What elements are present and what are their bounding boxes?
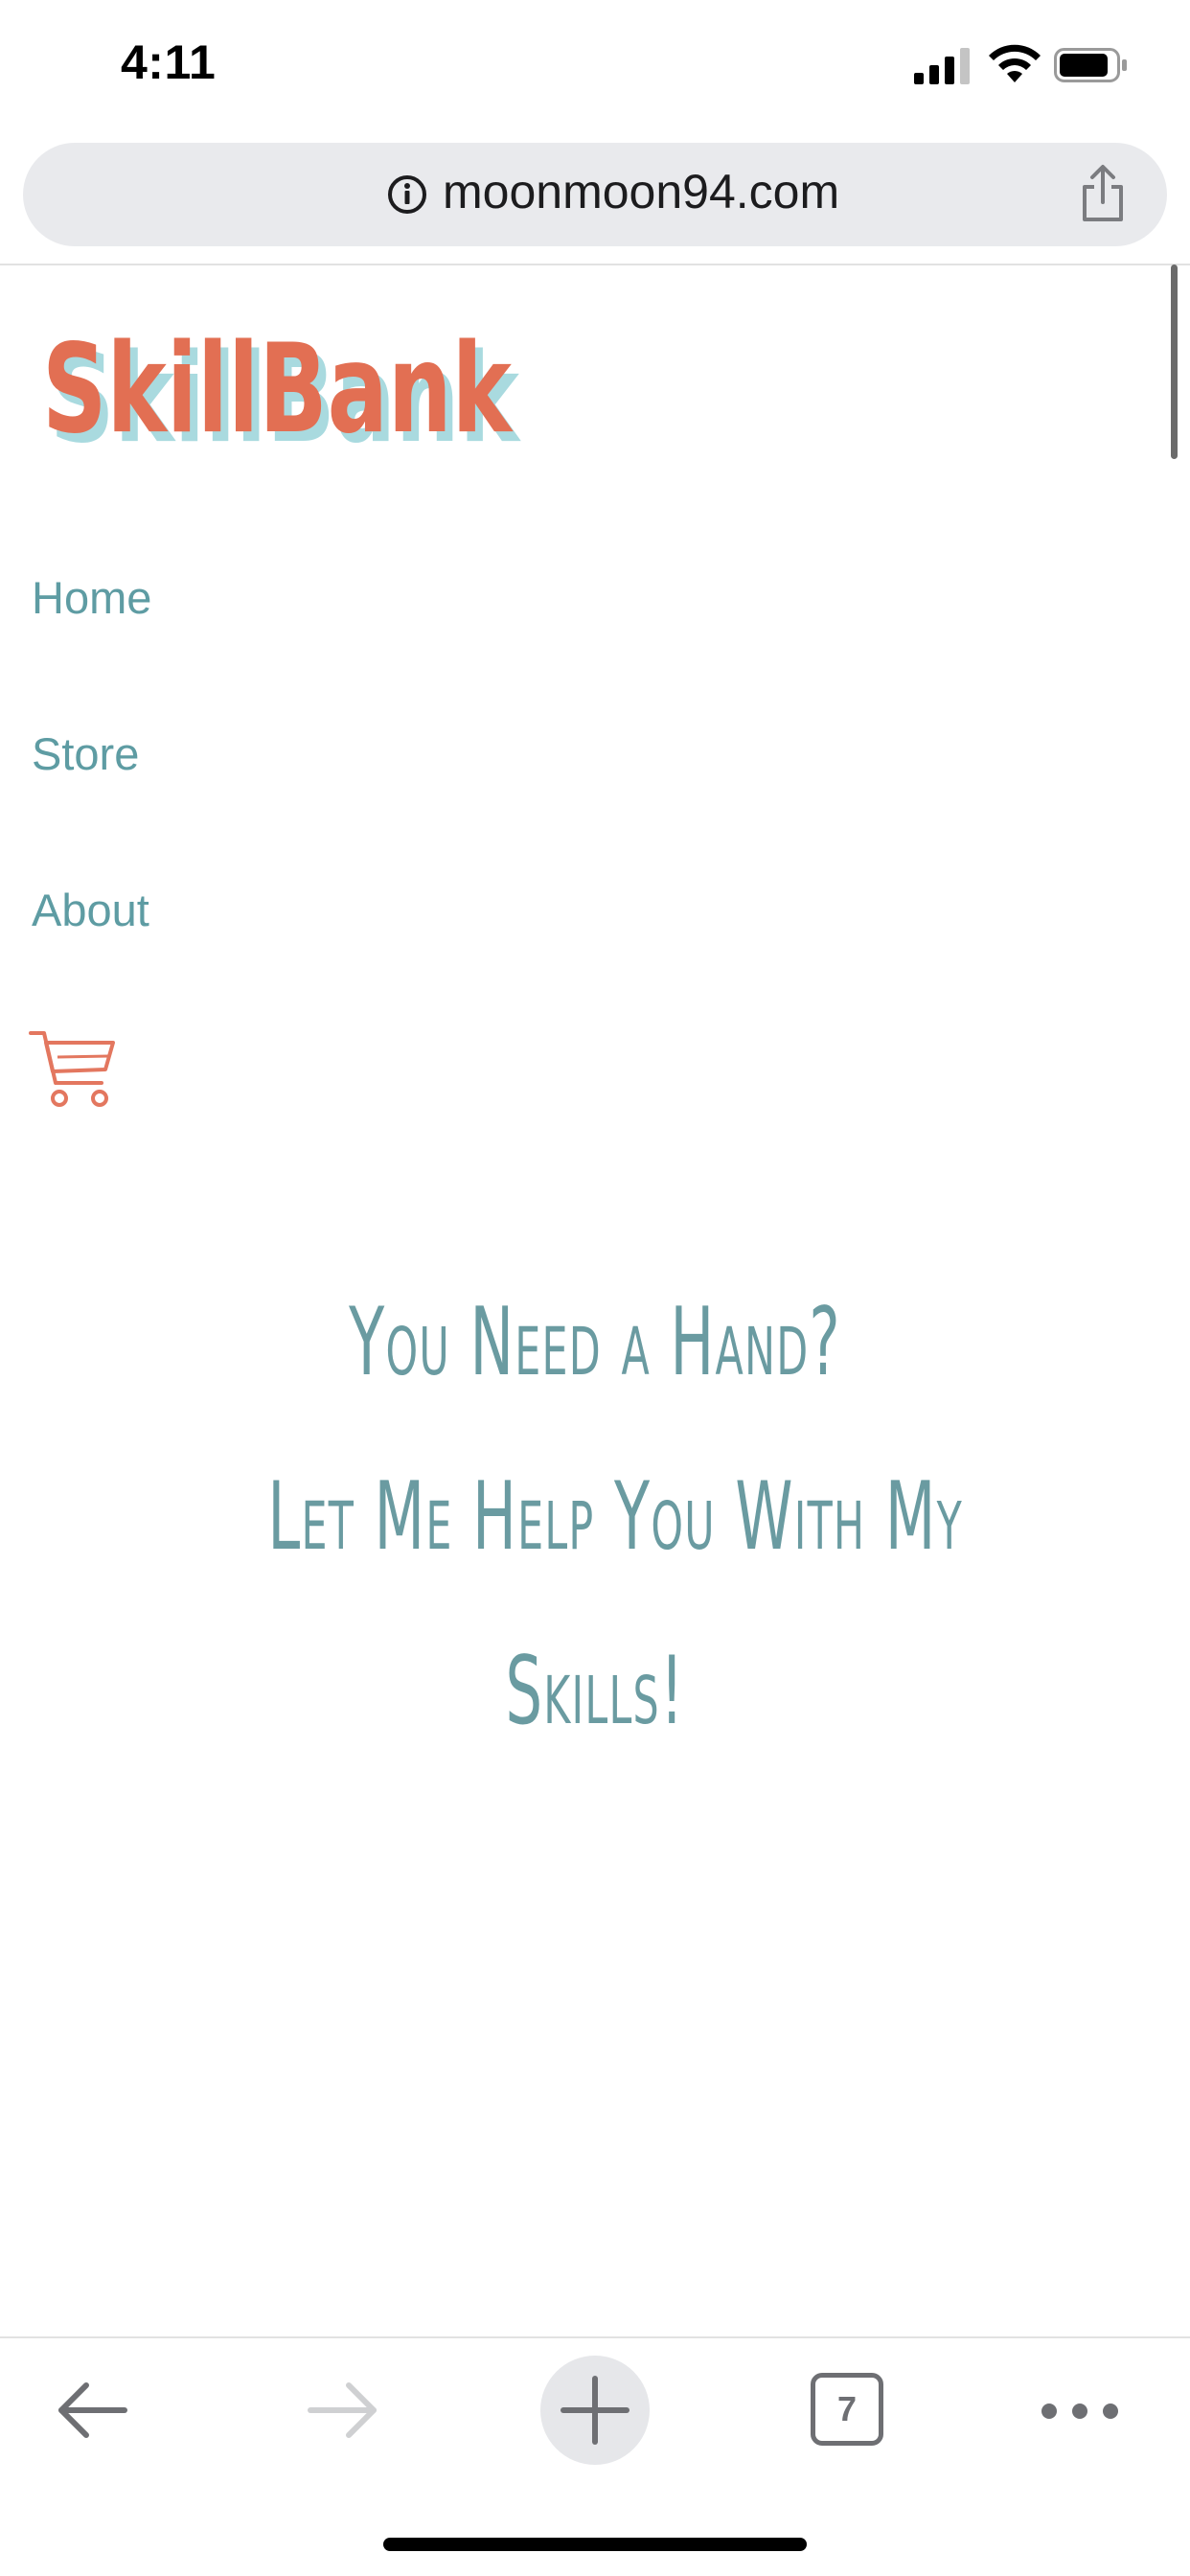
tab-switcher-button[interactable]: 7 [811, 2373, 883, 2446]
toolbar-divider [0, 264, 1190, 265]
info-icon[interactable] [387, 174, 427, 215]
url-text[interactable]: moonmoon94.com [443, 164, 839, 219]
scroll-indicator[interactable] [1171, 264, 1178, 459]
wifi-icon [989, 44, 1041, 82]
plus-icon [561, 2376, 629, 2445]
shopping-cart-icon[interactable] [29, 1027, 117, 1110]
back-arrow-icon[interactable] [54, 2377, 130, 2444]
more-menu-icon[interactable] [1037, 2392, 1123, 2430]
share-icon[interactable] [1079, 164, 1127, 223]
home-indicator [383, 2538, 807, 2551]
nav-link-about[interactable]: About [32, 884, 149, 936]
cellular-signal-icon [914, 48, 970, 84]
hero-line-3: Skills! [505, 1637, 685, 1746]
hero-line-1: You Need a Hand? [349, 1288, 841, 1397]
forward-arrow-icon[interactable] [305, 2377, 381, 2444]
hero-line-2: Let Me Help You With My [267, 1462, 963, 1572]
nav-link-home[interactable]: Home [32, 571, 151, 624]
status-time: 4:11 [121, 35, 217, 89]
address-bar[interactable]: moonmoon94.com [23, 143, 1167, 246]
status-bar: 4:11 [0, 0, 1190, 134]
battery-icon [1054, 48, 1127, 82]
nav-link-store[interactable]: Store [32, 727, 139, 780]
svg-text:SkillBank: SkillBank [42, 318, 514, 460]
new-tab-button[interactable] [540, 2356, 650, 2465]
skillbank-logo[interactable]: SkillBank SkillBank [38, 316, 537, 460]
hero-headline: You Need a Hand? Let Me Help You With My… [67, 1255, 1123, 1779]
